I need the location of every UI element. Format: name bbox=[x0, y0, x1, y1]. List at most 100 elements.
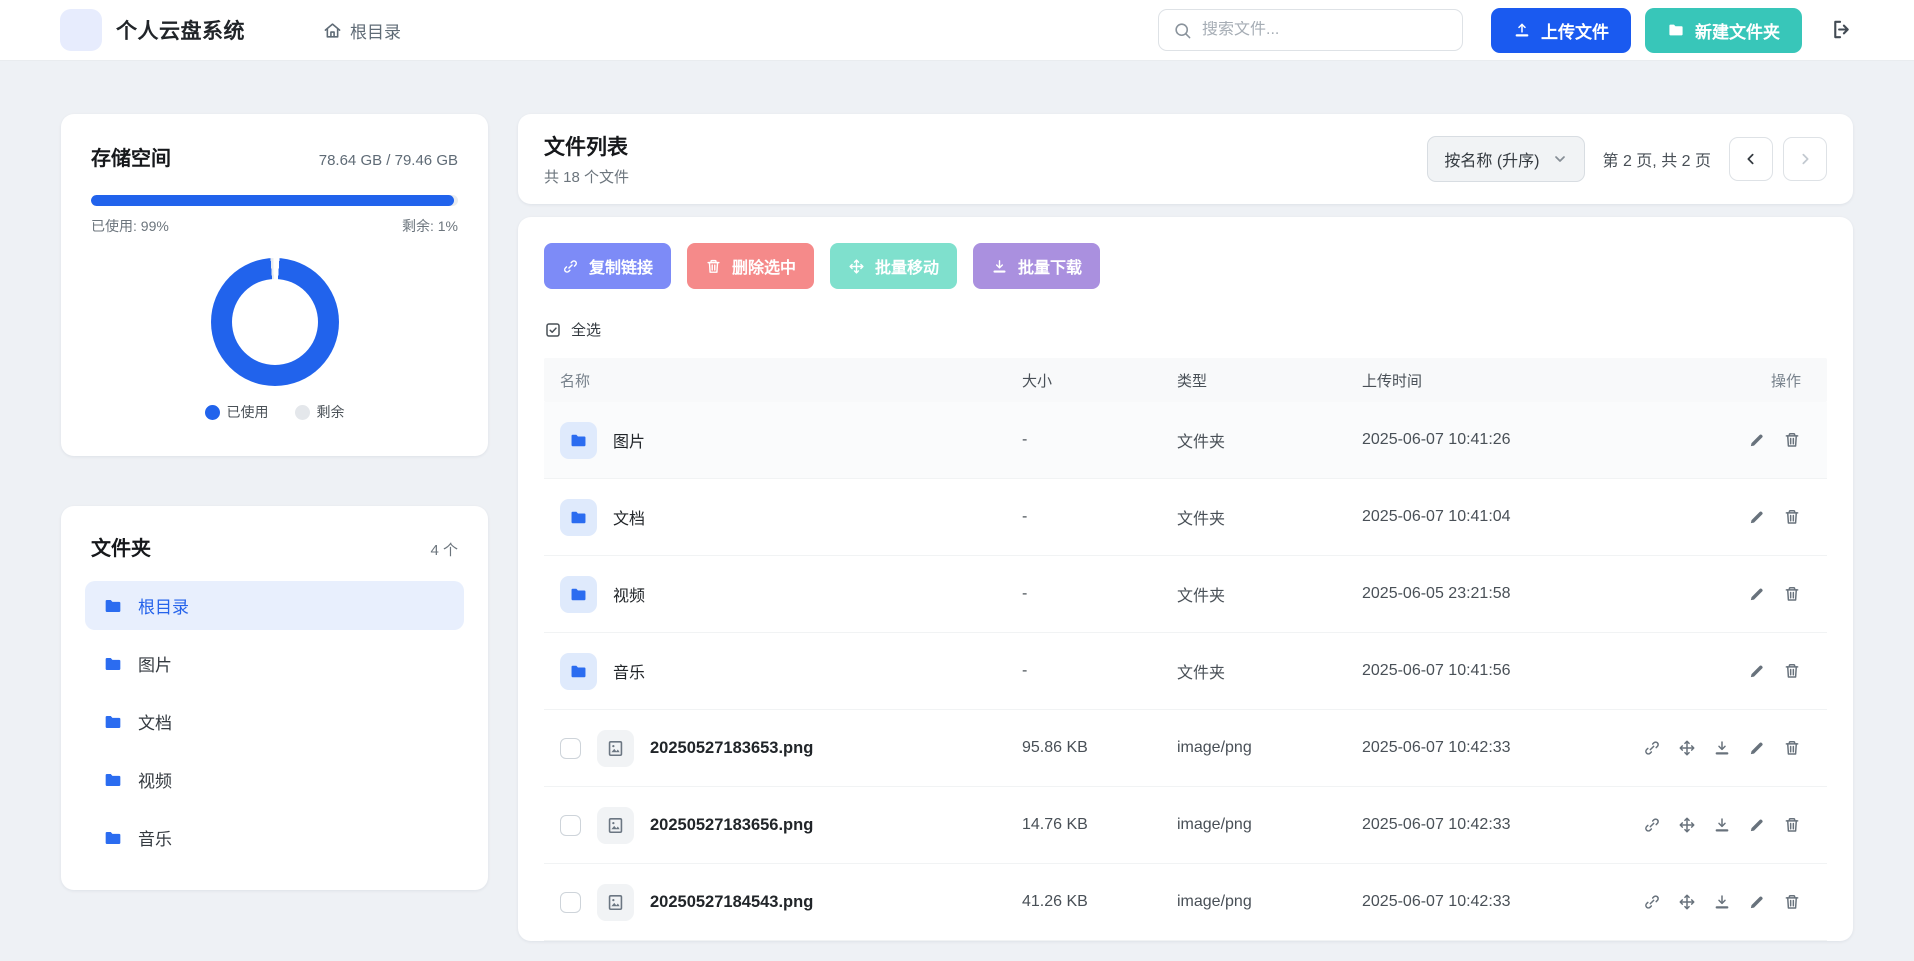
sort-select[interactable]: 按名称 (升序) bbox=[1427, 136, 1584, 182]
folder-badge bbox=[560, 576, 597, 613]
image-file-icon bbox=[606, 893, 625, 912]
edit-icon[interactable] bbox=[1748, 662, 1766, 680]
sidebar-item-videos[interactable]: 视频 bbox=[85, 755, 464, 804]
image-file-icon bbox=[606, 816, 625, 835]
header-size: 大小 bbox=[1022, 370, 1177, 391]
edit-icon[interactable] bbox=[1748, 816, 1766, 834]
folder-icon bbox=[569, 662, 588, 681]
app-logo bbox=[60, 9, 102, 51]
table-row[interactable]: 20250527183656.png 14.76 KB image/png 20… bbox=[544, 787, 1827, 864]
file-badge bbox=[597, 730, 634, 767]
link-icon[interactable] bbox=[1643, 739, 1661, 757]
edit-icon[interactable] bbox=[1748, 585, 1766, 603]
legend-free-dot bbox=[295, 405, 310, 420]
search-icon bbox=[1173, 21, 1192, 40]
storage-card: 存储空间 78.64 GB / 79.46 GB 已使用: 99% 剩余: 1%… bbox=[61, 114, 488, 456]
delete-icon[interactable] bbox=[1783, 816, 1801, 834]
upload-icon bbox=[1513, 21, 1531, 39]
search-input[interactable] bbox=[1202, 21, 1448, 39]
sidebar-item-documents[interactable]: 文档 bbox=[85, 697, 464, 746]
chevron-down-icon bbox=[1552, 151, 1568, 167]
sidebar-item-root[interactable]: 根目录 bbox=[85, 581, 464, 630]
folder-icon bbox=[1667, 21, 1685, 39]
header-name: 名称 bbox=[544, 370, 1022, 391]
folder-icon bbox=[569, 585, 588, 604]
edit-icon[interactable] bbox=[1748, 739, 1766, 757]
download-icon[interactable] bbox=[1713, 893, 1731, 911]
folder-badge bbox=[560, 422, 597, 459]
link-icon bbox=[562, 258, 579, 275]
move-icon[interactable] bbox=[1678, 893, 1696, 911]
delete-icon[interactable] bbox=[1783, 431, 1801, 449]
table-row[interactable]: 20250527184543.png 41.26 KB image/png 20… bbox=[544, 864, 1827, 941]
table-row[interactable]: 视频 - 文件夹 2025-06-05 23:21:58 bbox=[544, 556, 1827, 633]
list-header-card: 文件列表 共 18 个文件 按名称 (升序) 第 2 页, 共 2 页 bbox=[518, 114, 1853, 204]
delete-icon[interactable] bbox=[1783, 508, 1801, 526]
file-count: 共 18 个文件 bbox=[544, 166, 629, 187]
upload-file-button[interactable]: 上传文件 bbox=[1491, 8, 1631, 53]
breadcrumb[interactable]: 根目录 bbox=[323, 18, 401, 43]
file-badge bbox=[597, 884, 634, 921]
storage-usage-text: 78.64 GB / 79.46 GB bbox=[319, 152, 458, 169]
storage-donut-chart bbox=[211, 258, 339, 386]
delete-icon[interactable] bbox=[1783, 662, 1801, 680]
page-title: 文件列表 bbox=[544, 131, 629, 161]
top-bar: 个人云盘系统 根目录 上传文件 新建文件夹 bbox=[0, 0, 1914, 61]
next-page-button[interactable] bbox=[1783, 137, 1827, 181]
folder-badge bbox=[560, 653, 597, 690]
file-list-card: 复制链接 删除选中 批量移动 批量下载 全选 bbox=[518, 217, 1853, 941]
batch-download-button[interactable]: 批量下载 bbox=[973, 243, 1100, 289]
header-type: 类型 bbox=[1177, 370, 1362, 391]
check-square-icon bbox=[544, 321, 562, 339]
file-badge bbox=[597, 807, 634, 844]
folders-title: 文件夹 bbox=[91, 532, 151, 561]
legend-used-dot bbox=[205, 405, 220, 420]
folder-icon bbox=[103, 654, 123, 674]
page-info: 第 2 页, 共 2 页 bbox=[1603, 147, 1711, 171]
select-all[interactable]: 全选 bbox=[544, 319, 1827, 340]
folders-card: 文件夹 4 个 根目录 图片 文档 视频 bbox=[61, 506, 488, 890]
prev-page-button[interactable] bbox=[1729, 137, 1773, 181]
link-icon[interactable] bbox=[1643, 893, 1661, 911]
logout-button[interactable] bbox=[1830, 18, 1854, 42]
table-row[interactable]: 音乐 - 文件夹 2025-06-07 10:41:56 bbox=[544, 633, 1827, 710]
sidebar-item-pictures[interactable]: 图片 bbox=[85, 639, 464, 688]
folder-icon bbox=[569, 431, 588, 450]
table-row[interactable]: 文档 - 文件夹 2025-06-07 10:41:04 bbox=[544, 479, 1827, 556]
new-folder-button[interactable]: 新建文件夹 bbox=[1645, 8, 1802, 53]
folder-icon bbox=[569, 508, 588, 527]
copy-link-button[interactable]: 复制链接 bbox=[544, 243, 671, 289]
table-row[interactable]: 20250527183653.png 95.86 KB image/png 20… bbox=[544, 710, 1827, 787]
delete-selected-button[interactable]: 删除选中 bbox=[687, 243, 814, 289]
breadcrumb-label: 根目录 bbox=[350, 18, 401, 43]
download-icon[interactable] bbox=[1713, 739, 1731, 757]
edit-icon[interactable] bbox=[1748, 893, 1766, 911]
delete-icon[interactable] bbox=[1783, 585, 1801, 603]
chevron-left-icon bbox=[1743, 151, 1759, 167]
file-table: 名称 大小 类型 上传时间 操作 图片 - 文件夹 2025-06-07 10: bbox=[544, 358, 1827, 941]
batch-move-button[interactable]: 批量移动 bbox=[830, 243, 957, 289]
sidebar-item-music[interactable]: 音乐 bbox=[85, 813, 464, 862]
search-box[interactable] bbox=[1158, 9, 1463, 51]
folder-icon bbox=[103, 596, 123, 616]
edit-icon[interactable] bbox=[1748, 508, 1766, 526]
download-icon[interactable] bbox=[1713, 816, 1731, 834]
edit-icon[interactable] bbox=[1748, 431, 1766, 449]
link-icon[interactable] bbox=[1643, 816, 1661, 834]
download-icon bbox=[991, 258, 1008, 275]
move-icon[interactable] bbox=[1678, 739, 1696, 757]
move-icon[interactable] bbox=[1678, 816, 1696, 834]
delete-icon[interactable] bbox=[1783, 739, 1801, 757]
legend-used-label: 已使用 bbox=[227, 402, 269, 422]
storage-progress-fill bbox=[91, 195, 454, 206]
folder-icon bbox=[103, 712, 123, 732]
delete-icon[interactable] bbox=[1783, 893, 1801, 911]
header-time: 上传时间 bbox=[1362, 370, 1647, 391]
row-checkbox[interactable] bbox=[560, 815, 581, 836]
row-checkbox[interactable] bbox=[560, 738, 581, 759]
table-row[interactable]: 图片 - 文件夹 2025-06-07 10:41:26 bbox=[544, 402, 1827, 479]
folder-icon bbox=[103, 828, 123, 848]
storage-free-label: 剩余: 1% bbox=[402, 216, 458, 236]
row-checkbox[interactable] bbox=[560, 892, 581, 913]
logout-icon bbox=[1830, 18, 1853, 41]
